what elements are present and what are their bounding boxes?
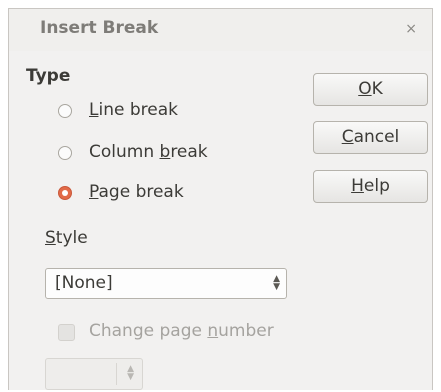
style-select-value: [None]: [55, 273, 113, 293]
radio-button[interactable]: [58, 104, 72, 118]
radio-button-selected[interactable]: [58, 186, 72, 200]
cancel-button[interactable]: Cancel: [313, 121, 428, 154]
radio-page-break-label[interactable]: Page break: [89, 182, 184, 202]
page-number-spinbox[interactable]: ▲ ▼: [45, 358, 143, 390]
change-page-number-checkbox[interactable]: [58, 324, 75, 341]
spin-arrows-icon[interactable]: ▲ ▼: [127, 365, 134, 382]
type-section-label: Type: [26, 66, 71, 86]
radio-column-break-label[interactable]: Column break: [89, 142, 208, 162]
spinbox-divider: [116, 363, 117, 385]
updown-arrows-icon[interactable]: ▲ ▼: [273, 275, 280, 292]
help-button[interactable]: Help: [313, 170, 428, 203]
style-label: Style: [45, 228, 88, 248]
dialog-title: Insert Break: [40, 18, 159, 38]
style-select[interactable]: [None] ▲ ▼: [45, 268, 287, 299]
ok-button[interactable]: OK: [313, 73, 428, 106]
title-bar[interactable]: Insert Break ×: [9, 9, 432, 51]
radio-dot-icon: [62, 190, 68, 196]
radio-line-break-label[interactable]: Line break: [89, 100, 178, 120]
insert-break-dialog: Insert Break × Type Line break Column br…: [8, 8, 433, 390]
change-page-number-label: Change page number: [89, 321, 274, 341]
radio-button[interactable]: [58, 146, 72, 160]
close-icon[interactable]: ×: [405, 22, 417, 36]
